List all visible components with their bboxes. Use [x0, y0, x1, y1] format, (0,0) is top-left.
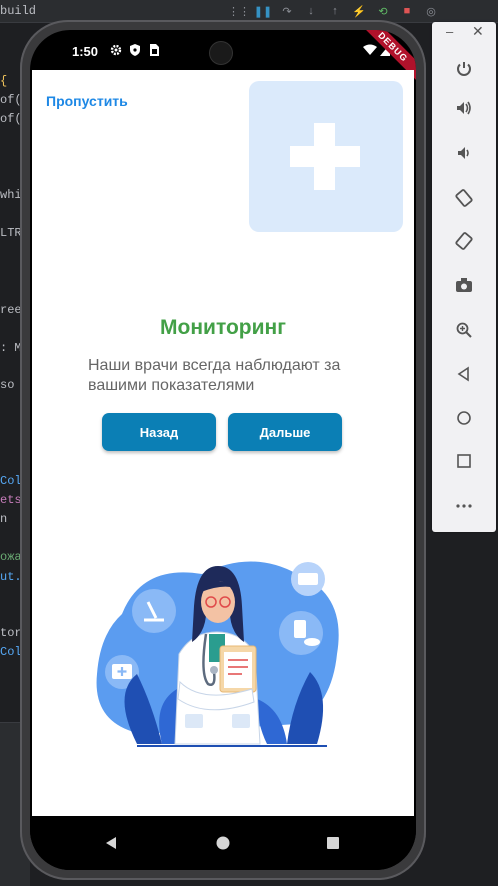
add-icon[interactable] [249, 81, 403, 232]
rotate-left-icon[interactable] [448, 182, 480, 214]
restart-icon[interactable]: ⟲ [376, 4, 390, 18]
status-bar: 1:50 DEBUG [30, 30, 416, 84]
step-into-icon[interactable]: ↓ [304, 4, 318, 18]
code-fragment: : M [0, 341, 22, 355]
code-fragment: whi [0, 188, 22, 202]
skip-link[interactable]: Пропустить [46, 93, 128, 109]
onboarding-title: Мониторинг [160, 316, 286, 339]
nav-back-icon[interactable] [104, 836, 118, 850]
emulator-window-bar: – ✕ [432, 22, 496, 44]
wifi-icon [363, 44, 377, 55]
onboarding-subtitle: Наши врачи всегда наблюдают за вашими по… [88, 357, 341, 394]
code-fragment: of( [0, 112, 22, 126]
minimize-icon[interactable]: – [446, 24, 453, 39]
ide-tab-fragment[interactable]: build [0, 4, 36, 18]
sim-card-icon [150, 44, 159, 56]
shield-icon [130, 44, 140, 56]
step-over-icon[interactable]: ↷ [280, 4, 294, 18]
home-icon[interactable] [448, 402, 480, 434]
drag-handle-icon[interactable]: ⋮⋮ [228, 4, 250, 18]
back-button[interactable]: Назад [102, 413, 216, 451]
step-out-icon[interactable]: ↑ [328, 4, 342, 18]
emulator-controls-panel: – ✕ [432, 22, 496, 532]
settings-icon [110, 44, 122, 56]
stop-icon[interactable]: ■ [400, 4, 414, 18]
inspector-icon[interactable]: ◎ [424, 4, 438, 18]
overview-icon[interactable] [448, 445, 480, 477]
zoom-icon[interactable] [448, 314, 480, 346]
code-fragment: { [0, 74, 8, 88]
camera-icon[interactable] [448, 269, 480, 301]
power-icon[interactable] [448, 52, 480, 84]
close-icon[interactable]: ✕ [472, 23, 484, 40]
code-fragment: tor [0, 626, 22, 640]
onboarding-screen: Пропустить Мониторинг Наши врачи всегда … [32, 70, 414, 816]
next-button[interactable]: Дальше [228, 413, 342, 451]
volume-up-icon[interactable] [448, 92, 480, 124]
doctor-illustration [96, 561, 339, 747]
code-fragment: ree [0, 303, 22, 317]
hot-reload-icon[interactable]: ⚡ [352, 4, 366, 18]
front-camera [210, 42, 232, 64]
status-time: 1:50 [72, 44, 99, 59]
ide-debug-toolbar: ⋮⋮ ❚❚ ↷ ↓ ↑ ⚡ ⟲ ■ ◎ [228, 2, 438, 20]
phone-display: 1:50 DEBUG Пропустить Мониторинг Наши вр… [30, 30, 416, 870]
more-icon[interactable] [448, 490, 480, 522]
code-fragment: ets [0, 493, 22, 507]
nav-overview-icon[interactable] [326, 836, 340, 850]
back-icon[interactable] [448, 358, 480, 390]
phone-frame: 1:50 DEBUG Пропустить Мониторинг Наши вр… [20, 20, 426, 880]
android-nav-bar [30, 816, 416, 870]
plus-horizontal [290, 146, 360, 167]
volume-down-icon[interactable] [448, 137, 480, 169]
nav-home-icon[interactable] [216, 836, 230, 850]
pause-icon[interactable]: ❚❚ [254, 4, 272, 18]
rotate-right-icon[interactable] [448, 225, 480, 257]
code-fragment: so [0, 378, 15, 392]
code-fragment: n [0, 512, 8, 526]
